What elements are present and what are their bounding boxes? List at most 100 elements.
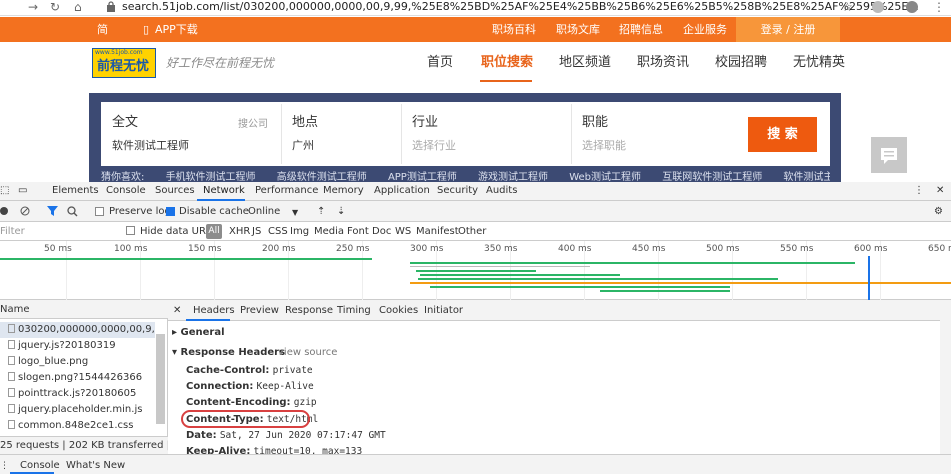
nav-home[interactable]: 首页	[427, 55, 453, 71]
filter-input[interactable]: Filter	[0, 226, 25, 238]
nav-region[interactable]: 地区频道	[559, 55, 611, 71]
request-row[interactable]: jquery.placeholder.min.js	[0, 402, 155, 418]
login-register-button[interactable]: 登录 / 注册	[736, 17, 840, 42]
drawer-tab-console[interactable]: Console	[20, 460, 60, 472]
tab-performance[interactable]: Performance	[255, 185, 318, 197]
close-devtools-icon[interactable]: ✕	[936, 185, 944, 197]
tab-elements[interactable]: Elements	[52, 185, 99, 197]
chat-button[interactable]	[871, 137, 907, 173]
search-button[interactable]: 搜 索	[748, 117, 817, 152]
import-har-icon[interactable]: ⇡	[317, 206, 325, 218]
simplified-chinese-link[interactable]: 简	[97, 23, 108, 36]
hot-keyword[interactable]: Web测试工程师	[569, 172, 641, 182]
preserve-log-label: Preserve log	[109, 206, 171, 217]
filter-doc[interactable]: Doc	[372, 226, 391, 238]
tab-network[interactable]: Network	[203, 185, 245, 197]
tab-preview[interactable]: Preview	[240, 305, 279, 317]
filter-css[interactable]: CSS	[268, 226, 288, 238]
filter-all[interactable]: All	[206, 224, 222, 239]
nav-campus[interactable]: 校园招聘	[715, 55, 767, 71]
inspect-icon[interactable]: ⬚	[0, 185, 9, 197]
tab-console[interactable]: Console	[106, 185, 146, 197]
app-download-link[interactable]: APP下载	[155, 23, 198, 36]
filter-icon[interactable]	[47, 206, 58, 216]
filter-ws[interactable]: WS	[395, 226, 411, 238]
topbar-link-jobs[interactable]: 招聘信息	[619, 23, 663, 36]
detail-scrollbar[interactable]	[940, 320, 951, 454]
request-row[interactable]: common.848e2ce1.css	[0, 418, 155, 434]
request-row[interactable]: logo_blue.png	[0, 354, 155, 370]
search-icon[interactable]	[67, 206, 78, 217]
tab-response[interactable]: Response	[285, 305, 333, 317]
keyword-input[interactable]: 软件测试工程师	[112, 139, 189, 153]
disable-cache-checkbox[interactable]	[166, 207, 175, 216]
topbar-link-wiki[interactable]: 职场百科	[492, 23, 536, 36]
hide-data-urls-checkbox[interactable]	[126, 226, 135, 235]
location-value[interactable]: 广州	[292, 139, 314, 153]
devtools-menu-icon[interactable]: ⋮	[914, 185, 924, 197]
filter-font[interactable]: Font	[347, 226, 369, 238]
request-row[interactable]: slogen.png?1544426366	[0, 370, 155, 386]
tab-cookies[interactable]: Cookies	[379, 305, 418, 317]
forward-icon[interactable]: →	[28, 0, 38, 14]
keyword-field[interactable]: 全文 搜公司 软件测试工程师	[112, 102, 280, 166]
request-row[interactable]: jquery.js?20180319	[0, 338, 155, 354]
settings-gear-icon[interactable]: ⚙	[934, 206, 943, 218]
close-detail-icon[interactable]: ✕	[173, 305, 181, 317]
site-logo[interactable]: www.51job.com 前程无忧	[92, 48, 156, 78]
response-headers-section[interactable]: ▾ Response Headers	[172, 347, 285, 359]
filter-other[interactable]: Other	[458, 226, 486, 238]
menu-dots-icon[interactable]: ⋮	[933, 0, 945, 14]
profile-icon[interactable]	[906, 1, 918, 13]
hot-keyword[interactable]: 手机软件测试工程师	[166, 172, 256, 182]
home-icon[interactable]: ⌂	[74, 0, 82, 14]
device-toolbar-icon[interactable]: ▭	[18, 185, 27, 197]
bookmark-star-icon[interactable]: ☆	[842, 0, 853, 14]
search-company-toggle[interactable]: 搜公司	[238, 117, 268, 133]
filter-manifest[interactable]: Manifest	[416, 226, 459, 238]
filter-js[interactable]: JS	[252, 226, 261, 238]
drawer-menu-icon[interactable]: ⋮	[0, 460, 9, 472]
reload-icon[interactable]: ↻	[50, 0, 60, 14]
name-column-header[interactable]: Name	[0, 304, 30, 316]
view-source-link[interactable]: view source	[278, 347, 337, 359]
filter-media[interactable]: Media	[314, 226, 344, 238]
nav-job-search[interactable]: 职位搜索	[481, 55, 533, 71]
topbar-link-library[interactable]: 职场文库	[556, 23, 600, 36]
hot-keyword[interactable]: 高级软件测试工程师	[277, 172, 367, 182]
preserve-log-checkbox[interactable]	[95, 207, 104, 216]
tab-sources[interactable]: Sources	[155, 185, 195, 197]
location-field[interactable]: 地点 广州	[292, 102, 392, 166]
request-row[interactable]: pointtrack.js?20180605	[0, 386, 155, 402]
tab-audits[interactable]: Audits	[486, 185, 517, 197]
tab-headers[interactable]: Headers	[193, 305, 235, 317]
function-select[interactable]: 选择职能	[582, 139, 626, 153]
topbar-link-enterprise[interactable]: 企业服务	[683, 23, 727, 36]
hot-keyword[interactable]: 软件测试主管	[783, 172, 830, 182]
extension-icon[interactable]	[872, 1, 884, 13]
url-text[interactable]: search.51job.com/list/030200,000000,0000…	[122, 0, 919, 14]
tab-timing[interactable]: Timing	[337, 305, 371, 317]
nav-news[interactable]: 职场资讯	[637, 55, 689, 71]
tab-initiator[interactable]: Initiator	[424, 305, 463, 317]
tab-security[interactable]: Security	[437, 185, 478, 197]
hot-keyword[interactable]: 互联网软件测试工程师	[662, 172, 762, 182]
industry-field[interactable]: 行业 选择行业	[412, 102, 562, 166]
record-icon[interactable]	[0, 206, 10, 216]
clear-icon[interactable]	[20, 206, 30, 216]
throttle-select[interactable]: Online	[248, 206, 280, 218]
nav-elite[interactable]: 无忧精英	[793, 55, 845, 71]
requests-scrollbar[interactable]	[156, 334, 165, 424]
hot-keyword[interactable]: APP测试工程师	[388, 172, 457, 182]
drawer-tab-whats-new[interactable]: What's New	[66, 460, 125, 472]
industry-select[interactable]: 选择行业	[412, 139, 456, 153]
general-section[interactable]: ▸ General	[172, 327, 225, 339]
tab-application[interactable]: Application	[374, 185, 430, 197]
function-field[interactable]: 职能 选择职能	[582, 102, 732, 166]
request-row[interactable]: 030200,000000,0000,00,9,99,%25E8%	[0, 322, 155, 338]
export-har-icon[interactable]: ⇣	[337, 206, 345, 218]
filter-img[interactable]: Img	[290, 226, 309, 238]
hot-keyword[interactable]: 游戏测试工程师	[478, 172, 548, 182]
filter-xhr[interactable]: XHR	[229, 226, 250, 238]
tab-memory[interactable]: Memory	[323, 185, 364, 197]
